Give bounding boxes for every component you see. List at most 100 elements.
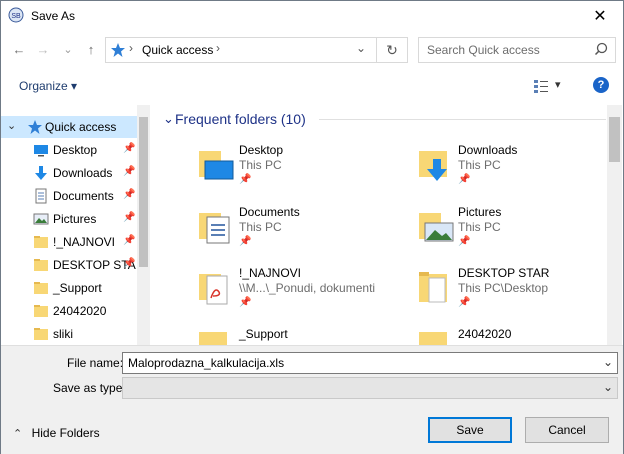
cancel-button-label: Cancel — [548, 423, 586, 437]
help-button[interactable]: ? — [593, 77, 609, 93]
chevron-up-icon: ⌃ — [13, 428, 23, 440]
folder-tile-desktop[interactable] — [191, 141, 391, 189]
refresh-button[interactable]: ↻ — [377, 37, 408, 63]
folder-tile-support[interactable] — [191, 324, 391, 345]
cancel-button[interactable]: Cancel — [525, 417, 609, 443]
sidebar-item-label: Documents — [53, 189, 114, 203]
back-button[interactable]: ← — [9, 39, 29, 59]
folder-tile-location: This PC — [458, 220, 501, 234]
pin-icon: 📌 — [239, 174, 252, 185]
folder-icon — [34, 236, 48, 248]
folder-icon — [34, 305, 48, 317]
breadcrumb-separator: › — [129, 41, 133, 55]
sidebar-item-desktop[interactable]: Desktop 📌 — [1, 139, 137, 161]
save-as-dialog: SB Save As ✕ ← → ⌄ ↑ › Quick access › ⌄ … — [0, 0, 624, 454]
save-as-type-label: Save as type: — [53, 381, 126, 395]
sidebar-item-documents[interactable]: Documents 📌 — [1, 185, 137, 207]
sidebar-item-desktop-sta[interactable]: DESKTOP STA 📌 — [1, 254, 137, 276]
close-button[interactable]: ✕ — [577, 1, 623, 31]
pdf-folder-icon — [199, 274, 228, 305]
breadcrumb-quick-access[interactable]: Quick access — [142, 43, 213, 57]
folder-tile-name: _Support — [239, 327, 288, 341]
folder-tile-location: This PC — [239, 158, 282, 172]
sidebar-item-pictures[interactable]: Pictures 📌 — [1, 208, 137, 230]
navigation-pane: ⌄ Quick access Desktop 📌 Downloads 📌 Doc… — [1, 105, 151, 345]
navigation-pane-scroll-thumb[interactable] — [139, 117, 148, 267]
downloads-folder-icon — [419, 151, 447, 181]
sidebar-item-label: Quick access — [45, 120, 117, 134]
folder-tile-location: This PC — [239, 220, 282, 234]
breadcrumb-separator: › — [216, 41, 220, 55]
frequent-folders-header[interactable]: Frequent folders (10) — [175, 111, 306, 127]
folder-tile-name: 24042020 — [458, 327, 512, 341]
folder-icon — [199, 332, 227, 345]
downloads-icon — [35, 166, 47, 180]
forward-button[interactable]: → — [33, 39, 53, 59]
folder-tile-location: \\M...\_Ponudi, dokumenti — [239, 281, 376, 295]
help-icon: ? — [597, 79, 605, 91]
sidebar-item-label: 24042020 — [53, 304, 107, 318]
svg-text:SB: SB — [11, 13, 21, 20]
folder-tile-pictures[interactable] — [411, 203, 601, 251]
sidebar-item-support[interactable]: _Support — [1, 277, 137, 299]
hide-folders-button[interactable]: ⌃ Hide Folders — [13, 426, 100, 440]
sidebar-item-label: Downloads — [53, 166, 113, 180]
save-as-type-dropdown-icon: ⌄ — [602, 380, 613, 394]
up-arrow-icon: ↑ — [87, 41, 95, 57]
up-button[interactable]: ↑ — [81, 39, 101, 59]
content-scroll-thumb[interactable] — [609, 117, 620, 162]
pin-icon: 📌 — [123, 258, 136, 269]
quick-access-star-icon — [111, 43, 125, 57]
group-collapse-chevron-icon[interactable]: ⌄ — [163, 111, 174, 127]
sidebar-item-24042020[interactable]: 24042020 — [1, 300, 137, 322]
close-icon: ✕ — [593, 8, 607, 25]
pin-icon: 📌 — [123, 166, 136, 177]
folder-tile-location: This PC\Desktop — [458, 281, 549, 295]
address-dropdown-icon[interactable]: ⌄ — [356, 41, 366, 55]
save-button-label: Save — [456, 423, 484, 437]
search-placeholder: Search Quick access — [427, 43, 540, 57]
folder-icon — [34, 259, 48, 271]
sidebar-item-label: sliki — [53, 327, 73, 341]
address-bar[interactable]: › Quick access › ⌄ — [105, 37, 377, 63]
refresh-icon: ↻ — [386, 41, 398, 58]
file-name-field[interactable]: Maloprodazna_kalkulacija.xls ⌄ — [122, 352, 618, 374]
documents-icon — [35, 188, 47, 204]
folder-icon — [34, 328, 48, 340]
sidebar-item-najnovi[interactable]: !_NAJNOVI 📌 — [1, 231, 137, 253]
sidebar-item-quick-access[interactable]: ⌄ Quick access — [1, 116, 137, 138]
folder-icon — [419, 332, 447, 345]
group-divider — [319, 119, 606, 120]
file-name-dropdown-icon[interactable]: ⌄ — [603, 355, 613, 369]
back-arrow-icon: ← — [12, 41, 26, 57]
folder-tile-name: DESKTOP STAR — [458, 266, 550, 280]
search-input[interactable]: Search Quick access — [418, 37, 616, 63]
expand-chevron-icon[interactable]: ⌄ — [7, 119, 16, 132]
folder-icon — [34, 282, 48, 294]
pin-icon: 📌 — [458, 236, 471, 247]
sidebar-item-sliki[interactable]: sliki — [1, 323, 137, 345]
folder-tile-name: Documents — [239, 205, 300, 219]
save-button[interactable]: Save — [428, 417, 512, 443]
pictures-icon — [33, 213, 49, 225]
sidebar-item-downloads[interactable]: Downloads 📌 — [1, 162, 137, 184]
search-icon — [594, 42, 608, 56]
save-as-type-select[interactable]: ⌄ — [122, 377, 618, 399]
app-icon: SB — [8, 7, 24, 23]
file-name-value: Maloprodazna_kalkulacija.xls — [128, 356, 285, 370]
title-bar: SB Save As ✕ — [1, 1, 623, 31]
organize-button[interactable]: Organize ▾ — [19, 79, 77, 93]
recent-locations-button[interactable]: ⌄ — [61, 39, 75, 59]
pin-icon: 📌 — [458, 174, 471, 185]
pin-icon: 📌 — [123, 212, 136, 223]
file-name-label: File name: — [67, 356, 124, 370]
documents-folder-icon — [199, 213, 230, 244]
forward-arrow-icon: → — [36, 41, 50, 57]
view-dropdown-icon: ▾ — [555, 79, 561, 91]
folder-tile-name: Pictures — [458, 205, 502, 219]
change-view-button[interactable]: ▾ — [533, 77, 567, 95]
pin-icon: 📌 — [239, 297, 252, 308]
star-icon — [28, 120, 42, 134]
pin-icon: 📌 — [123, 235, 136, 246]
chevron-down-icon: ⌄ — [63, 43, 73, 56]
